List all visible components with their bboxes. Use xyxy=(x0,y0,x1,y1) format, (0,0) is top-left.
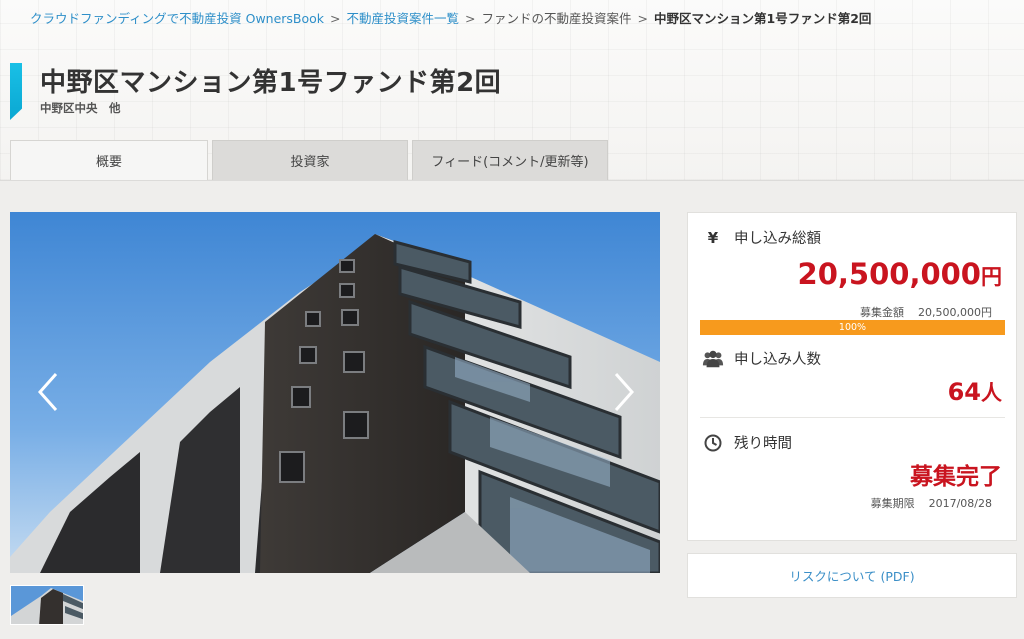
funding-stats-panel: ¥ 申し込み総額 20,500,000円 募集金額 20,500,000円 100… xyxy=(687,212,1017,541)
risk-pdf-link[interactable]: リスクについて (PDF) xyxy=(789,566,914,585)
risk-panel: リスクについて (PDF) xyxy=(687,553,1017,598)
applicants-label: 申し込み人数 xyxy=(734,352,821,368)
applicants-value: 64人 xyxy=(948,377,1002,407)
page-title: 中野区マンション第1号ファンド第2回 xyxy=(40,68,502,98)
tab-overview[interactable]: 概要 xyxy=(10,140,208,180)
deadline-value: 2017/08/28 xyxy=(928,497,992,510)
applicants-count: 64 xyxy=(947,378,981,406)
carousel-prev-button[interactable] xyxy=(36,370,60,414)
funding-status: 募集完了 xyxy=(910,464,1002,490)
total-amount-header: ¥ 申し込み総額 xyxy=(702,227,821,248)
chevron-right-icon xyxy=(614,373,635,411)
chevron-left-icon xyxy=(37,373,58,411)
photo-thumbnail[interactable] xyxy=(10,585,84,625)
carousel-next-button[interactable] xyxy=(612,370,636,414)
page-subtitle: 中野区中央 他 xyxy=(40,101,121,115)
deadline: 募集期限 2017/08/28 xyxy=(871,495,992,511)
remaining-time-header: 残り時間 xyxy=(702,432,792,453)
applicants-unit: 人 xyxy=(981,381,1002,405)
target-amount-value: 20,500,000円 xyxy=(918,306,992,319)
thumbnail-image xyxy=(11,586,83,624)
breadcrumb-link-list[interactable]: 不動産投資案件一覧 xyxy=(347,11,460,26)
total-amount-label: 申し込み総額 xyxy=(734,231,821,247)
building-photo xyxy=(10,212,660,573)
tab-bar: 概要 投資家 フィード(コメント/更新等) xyxy=(10,140,612,180)
funding-progress-fill: 100% xyxy=(700,320,1005,335)
breadcrumb-separator: > xyxy=(637,11,649,26)
stats-divider xyxy=(700,417,1005,418)
clock-icon xyxy=(702,434,724,452)
breadcrumb-item-category[interactable]: ファンドの不動産投資案件 xyxy=(482,11,632,26)
remaining-time-label: 残り時間 xyxy=(734,436,792,452)
breadcrumb-separator: > xyxy=(330,11,341,26)
tab-feed[interactable]: フィード(コメント/更新等) xyxy=(412,140,608,180)
users-icon xyxy=(702,349,724,369)
yen-icon: ¥ xyxy=(707,228,719,247)
target-amount: 募集金額 20,500,000円 xyxy=(860,304,992,320)
applicants-header: 申し込み人数 xyxy=(702,348,821,369)
target-amount-label: 募集金額 xyxy=(860,306,905,319)
breadcrumb: クラウドファンディングで不動産投資 OwnersBook > 不動産投資案件一覧 > フ… xyxy=(30,8,871,26)
funding-progress-bar: 100% xyxy=(700,320,1005,335)
photo-carousel[interactable] xyxy=(10,212,660,573)
breadcrumb-separator: > xyxy=(465,11,476,26)
breadcrumb-link-home[interactable]: クラウドファンディングで不動産投資 OwnersBook xyxy=(30,11,324,26)
total-amount-number: 20,500,000 xyxy=(797,257,981,291)
total-amount-value: 20,500,000円 xyxy=(798,257,1002,291)
deadline-label: 募集期限 xyxy=(870,497,915,510)
tab-investors[interactable]: 投資家 xyxy=(212,140,408,180)
breadcrumb-current: 中野区マンション第1号ファンド第2回 xyxy=(654,11,872,26)
total-amount-unit: 円 xyxy=(981,265,1002,289)
